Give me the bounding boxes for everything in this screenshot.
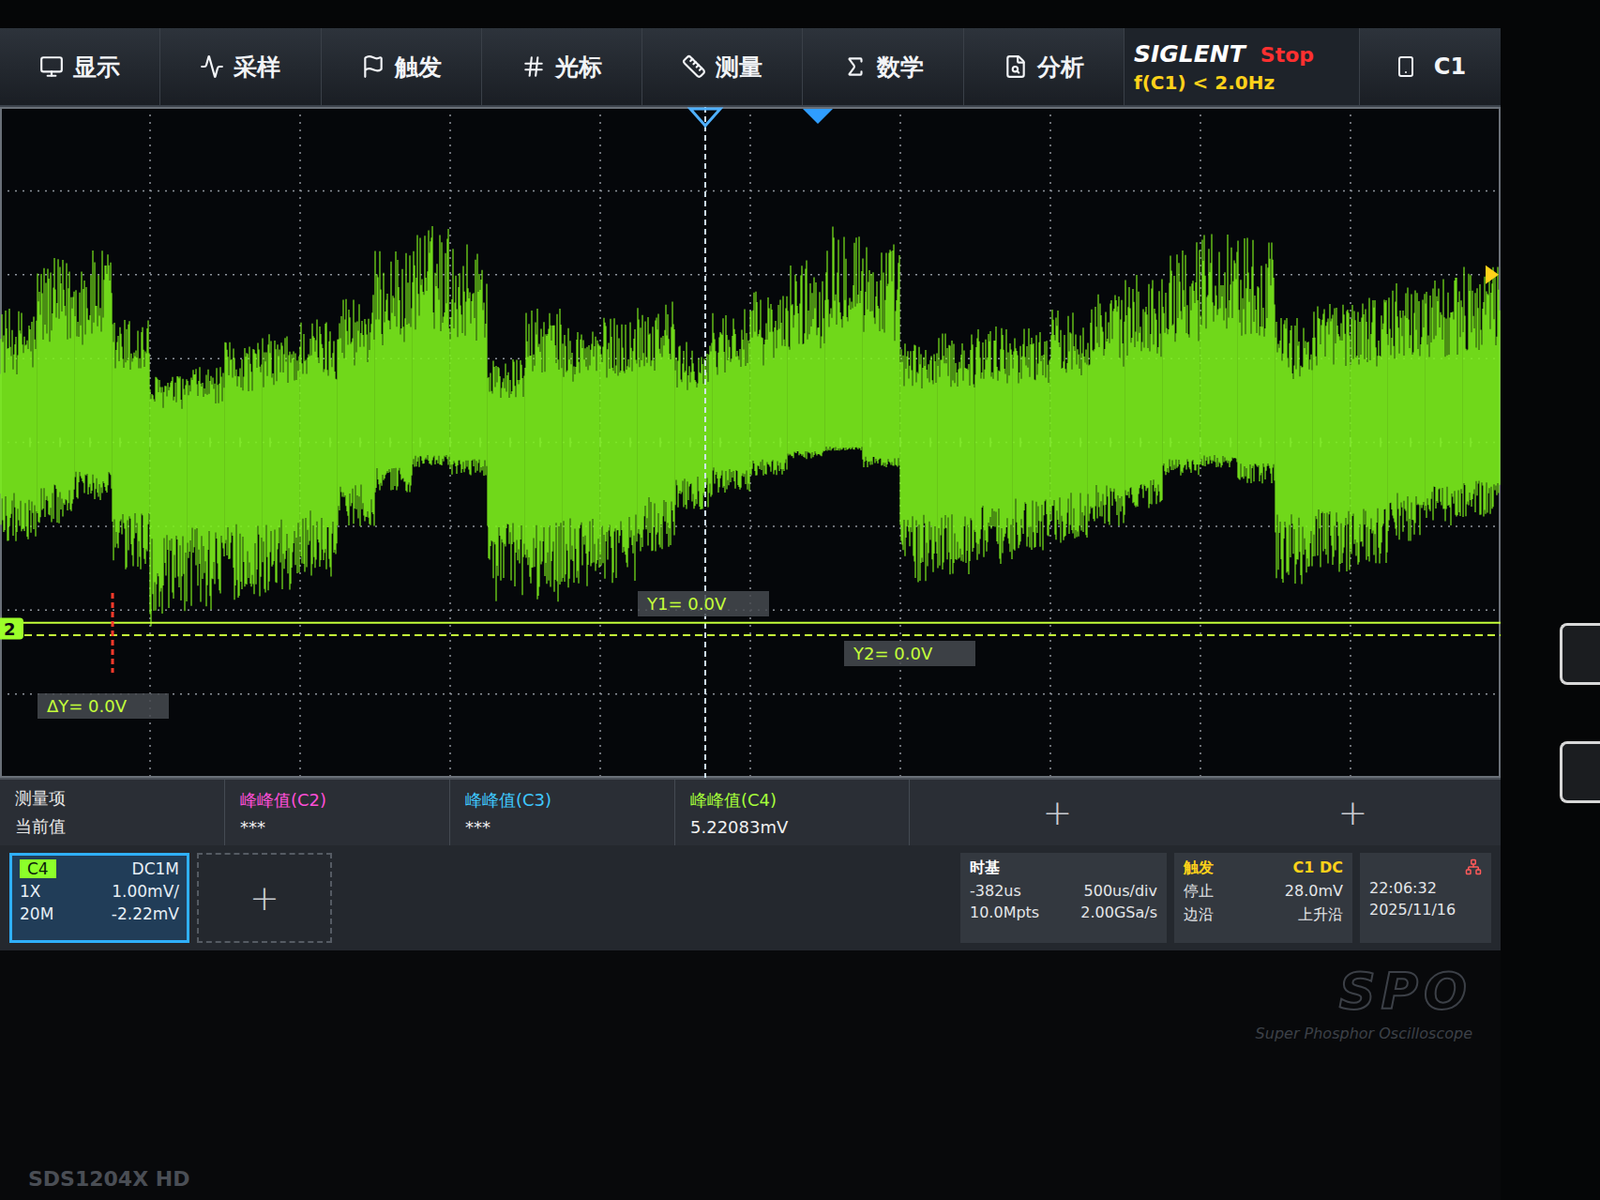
- trigger-box[interactable]: 触发C1 DC停止28.0mV边沿上升沿: [1174, 852, 1353, 943]
- waveform-segment: [1388, 283, 1425, 541]
- waveform-segment: [1350, 298, 1388, 565]
- waveform-segment: [637, 301, 675, 552]
- menu-icon: [521, 54, 546, 79]
- side-button[interactable]: [1559, 740, 1600, 803]
- timebase-box[interactable]: 时基-382us500us/div10.0Mpts2.00GSa/s: [960, 852, 1167, 943]
- waveform-segment: [300, 319, 337, 577]
- waveform-segment: [337, 294, 375, 526]
- waveform-segment: [37, 257, 75, 524]
- network-icon: [1464, 858, 1482, 876]
- menu-item[interactable]: 采样: [160, 28, 321, 106]
- measure-add-slots: ++: [909, 779, 1501, 846]
- waveform-segment: [562, 328, 600, 589]
- clock-box: 22:06:322025/11/16: [1359, 852, 1492, 943]
- waveform-segment: [1463, 266, 1500, 517]
- waveform-segment: [712, 308, 750, 493]
- menu-item[interactable]: 分析: [964, 28, 1125, 106]
- measure-item[interactable]: 峰峰值(C3)***: [450, 779, 676, 846]
- side-bezel: [1500, 0, 1600, 1200]
- brand-box: SIGLENT Stop f(C1) < 2.0Hz: [1124, 28, 1360, 106]
- waveform-segment: [225, 342, 262, 601]
- waveform-segment: [262, 333, 300, 592]
- time-cursor[interactable]: [704, 106, 707, 778]
- waveform-segment: [900, 343, 937, 582]
- waveform-segment: [0, 308, 37, 542]
- series-logo: SPOSuper Phosphor Oscilloscope: [1255, 961, 1473, 1042]
- measure-bar: 测量项当前值峰峰值(C2)***峰峰值(C3)***峰峰值(C4)5.22083…: [0, 777, 1501, 846]
- status-row: C4DC1M1X1.00mV/20M-2.22mV+ 时基-382us500us/…: [0, 845, 1501, 951]
- delay-marker-icon: [802, 108, 833, 124]
- waveform-area: 2 Y1= 0.0V Y2= 0.0V ΔY= 0.0V: [0, 106, 1501, 778]
- waveform-segment: [375, 251, 412, 493]
- active-channel[interactable]: C1: [1359, 28, 1501, 106]
- menu-item[interactable]: 数学: [802, 28, 964, 106]
- waveform-segment: [187, 366, 225, 609]
- waveform-segment: [525, 308, 562, 602]
- waveform-segment: [825, 226, 862, 452]
- menu-icon: [843, 54, 868, 79]
- bezel: SPOSuper Phosphor Oscilloscope SDS1204X H…: [0, 950, 1501, 1200]
- waveform-segment: [1313, 303, 1350, 573]
- menu-bar: 显示采样触发光标测量数学分析 SIGLENT Stop f(C1) < 2.0Hz C1: [0, 28, 1501, 107]
- waveform-segment: [862, 244, 900, 468]
- cursor-y1-label: Y1= 0.0V: [637, 590, 770, 617]
- graticule: [0, 106, 1501, 778]
- waveform-segment: [150, 376, 187, 627]
- waveform-segment: [750, 291, 787, 476]
- add-measure-button[interactable]: +: [1042, 791, 1073, 833]
- waveform-segment: [600, 317, 637, 583]
- waveform-segment: [1275, 317, 1313, 585]
- waveform-segment: [1162, 241, 1200, 475]
- brand-logo: SIGLENT: [1133, 40, 1246, 68]
- waveform-segment: [1012, 328, 1050, 551]
- waveform-segment: [937, 333, 975, 575]
- waveform-segment: [675, 342, 712, 510]
- menu-item[interactable]: 触发: [321, 28, 483, 106]
- cursor-delta-label: ΔY= 0.0V: [37, 693, 169, 719]
- delta-cursor-icon: [111, 592, 115, 673]
- side-button[interactable]: [1559, 622, 1600, 685]
- scope-screen: 显示采样触发光标测量数学分析 SIGLENT Stop f(C1) < 2.0Hz C1…: [0, 28, 1501, 1200]
- menu-item[interactable]: 光标: [482, 28, 643, 106]
- cursor-y2[interactable]: [0, 633, 1501, 636]
- measure-item[interactable]: 峰峰值(C4)5.22083mV: [675, 779, 910, 846]
- waveform-segment: [412, 226, 450, 468]
- menu-item[interactable]: 显示: [0, 28, 161, 106]
- trigger-frequency: f(C1) < 2.0Hz: [1133, 71, 1350, 94]
- waveform: [0, 226, 1500, 626]
- waveform-segment: [1425, 277, 1463, 526]
- menu-icon: [1003, 54, 1028, 79]
- waveform-segment: [975, 326, 1012, 564]
- cursor-y1[interactable]: [0, 621, 1501, 624]
- measure-labels: 测量项当前值: [0, 779, 226, 846]
- add-channel-button[interactable]: +: [196, 852, 333, 943]
- waveform-segment: [1200, 233, 1238, 468]
- waveform-chart: [0, 106, 1501, 778]
- waveform-segment: [112, 319, 150, 570]
- menu-icon: [681, 54, 707, 79]
- waveform-segment: [75, 250, 112, 500]
- cursor-y2-label: Y2= 0.0V: [844, 640, 976, 666]
- waveform-segment: [787, 260, 825, 460]
- oscilloscope-photo: 显示采样触发光标测量数学分析 SIGLENT Stop f(C1) < 2.0Hz C1…: [0, 0, 1600, 1200]
- menu-icon: [199, 54, 225, 79]
- trigger-level-icon: [1485, 265, 1499, 285]
- waveform-segment: [487, 359, 525, 602]
- measure-item[interactable]: 峰峰值(C2)***: [225, 779, 451, 846]
- menu-icon: [39, 54, 64, 79]
- waveform-segment: [450, 244, 487, 477]
- waveform-segment: [1125, 274, 1163, 509]
- waveform-segment: [1050, 309, 1087, 543]
- channel-box[interactable]: C4DC1M1X1.00mV/20M-2.22mV: [9, 852, 190, 943]
- model-label: SDS1204X HD: [28, 1166, 1473, 1191]
- menu-item[interactable]: 测量: [642, 28, 803, 106]
- trace-marker[interactable]: 2: [0, 617, 24, 639]
- storage-icon: [1394, 55, 1418, 78]
- add-measure-button[interactable]: +: [1338, 791, 1369, 833]
- menu-icon: [361, 54, 386, 79]
- waveform-segment: [1237, 238, 1275, 484]
- waveform-segment: [1087, 294, 1125, 527]
- run-state[interactable]: Stop: [1260, 43, 1314, 67]
- trigger-position-icon: [690, 108, 721, 126]
